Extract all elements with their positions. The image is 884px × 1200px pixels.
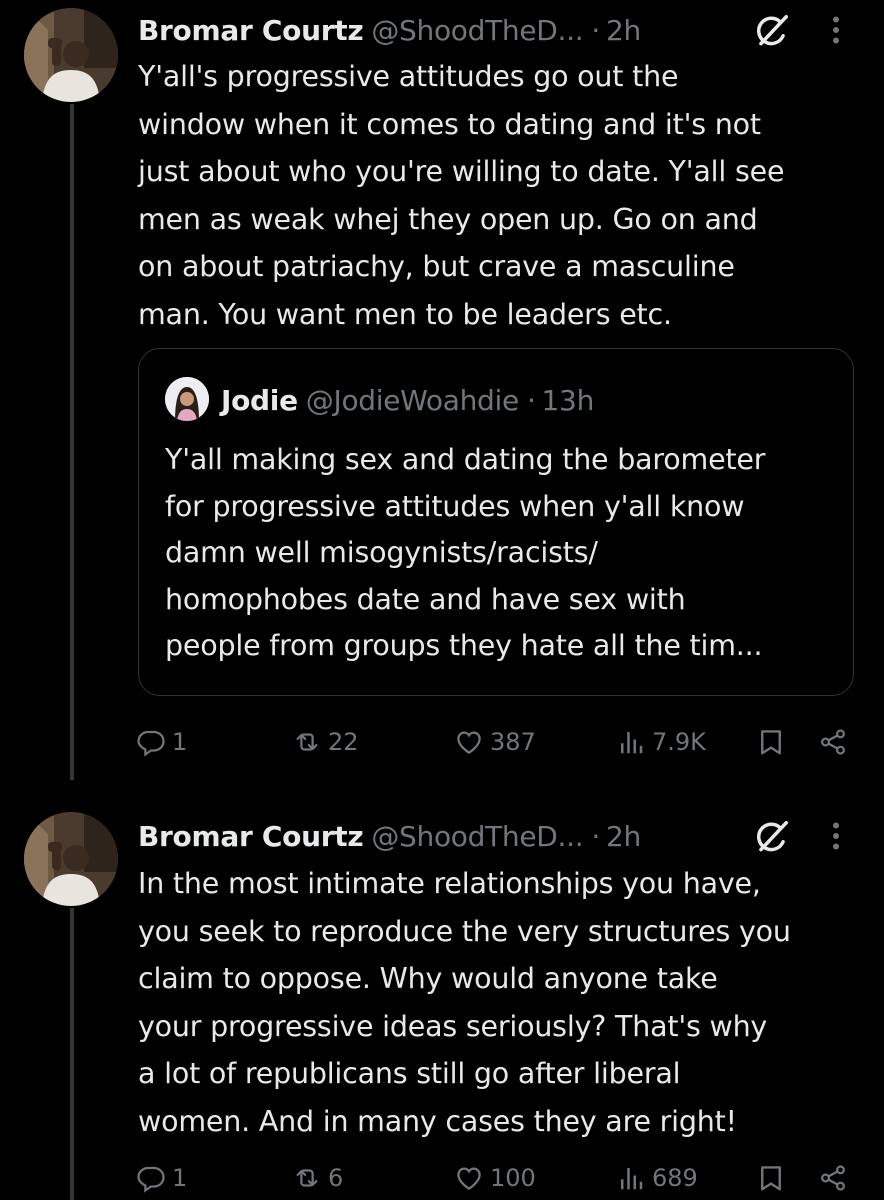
like-count: 387 — [490, 728, 536, 756]
repost-button[interactable]: 6 — [292, 1156, 343, 1200]
text-line: Y'all's progressive attitudes go out the — [138, 60, 679, 93]
text-line: Y'all making sex and dating the baromete… — [165, 443, 766, 476]
grok-icon[interactable] — [753, 12, 791, 50]
text-line: you seek to reproduce the very structure… — [138, 914, 791, 948]
views-icon — [616, 1163, 646, 1193]
more-icon[interactable] — [826, 12, 846, 48]
more-icon[interactable] — [826, 818, 846, 854]
repost-button[interactable]: 22 — [292, 720, 359, 764]
repost-count: 22 — [328, 728, 359, 756]
timestamp[interactable]: 2h — [606, 14, 641, 47]
tweet-text: Y'all's progressive attitudes go out the… — [138, 53, 868, 338]
separator: · — [591, 13, 600, 47]
quoted-tweet[interactable]: Jodie @JodieWoahdie · 13h Y'all making s… — [138, 348, 854, 696]
repost-icon — [292, 1163, 322, 1193]
text-line: people from groups they hate all the tim… — [165, 629, 763, 662]
text-line: man. You want men to be leaders etc. — [138, 297, 672, 331]
separator: · — [526, 383, 536, 417]
reply-count: 1 — [172, 1164, 188, 1192]
repost-count: 6 — [328, 1164, 344, 1192]
heart-icon — [454, 1163, 484, 1193]
views-count: 7.9K — [652, 728, 706, 756]
share-button[interactable] — [818, 720, 848, 764]
tweet[interactable]: Bromar Courtz @ShoodTheD... · 2h In the … — [0, 806, 884, 1200]
text-line: just about who you're willing to date. Y… — [138, 155, 785, 188]
quoted-avatar[interactable] — [165, 377, 209, 421]
tweet-text: In the most intimate relationships you h… — [138, 860, 868, 1145]
thread-line — [70, 104, 74, 780]
text-line: homophobes date and have sex with — [165, 582, 686, 616]
quoted-author-handle[interactable]: @JodieWoahdie — [306, 384, 519, 417]
reply-button[interactable]: 1 — [136, 720, 187, 764]
like-button[interactable]: 100 — [454, 1156, 536, 1200]
reply-icon — [136, 1163, 166, 1193]
share-icon — [818, 1163, 848, 1193]
text-line: In the most intimate relationships you h… — [138, 867, 761, 900]
text-line: your progressive ideas seriously? That's… — [138, 1009, 768, 1043]
action-bar: 1 6 100 689 — [0, 1156, 884, 1200]
tweet-header: Bromar Courtz @ShoodTheD... · 2h — [138, 814, 641, 858]
tweet-header: Bromar Courtz @ShoodTheD... · 2h — [138, 8, 641, 52]
text-line: window when it comes to dating and it's … — [138, 107, 761, 141]
timestamp[interactable]: 2h — [606, 820, 641, 853]
views-button[interactable]: 689 — [616, 1156, 698, 1200]
quoted-timestamp[interactable]: 13h — [542, 384, 595, 417]
author-handle[interactable]: @ShoodTheD... — [371, 14, 583, 47]
heart-icon — [454, 727, 484, 757]
share-button[interactable] — [818, 1156, 848, 1200]
views-button[interactable]: 7.9K — [616, 720, 706, 764]
reply-icon — [136, 727, 166, 757]
quoted-author-name[interactable]: Jodie — [221, 384, 298, 417]
bookmark-button[interactable] — [756, 720, 786, 764]
text-line: women. And in many cases they are right! — [138, 1104, 737, 1138]
views-count: 689 — [652, 1164, 698, 1192]
quoted-text: Y'all making sex and dating the baromete… — [165, 437, 845, 670]
author-name[interactable]: Bromar Courtz — [138, 820, 364, 853]
reply-button[interactable]: 1 — [136, 1156, 187, 1200]
avatar[interactable] — [24, 8, 118, 102]
tweet[interactable]: Bromar Courtz @ShoodTheD... · 2h Y'all's… — [0, 0, 884, 780]
like-button[interactable]: 387 — [454, 720, 536, 764]
avatar[interactable] — [24, 812, 118, 906]
author-handle[interactable]: @ShoodTheD... — [371, 820, 583, 853]
text-line: for progressive attitudes when y'all kno… — [165, 489, 745, 523]
quoted-header: Jodie @JodieWoahdie · 13h — [221, 379, 594, 421]
text-line: a lot of republicans still go after libe… — [138, 1057, 681, 1090]
separator: · — [591, 819, 600, 853]
grok-icon[interactable] — [753, 818, 791, 856]
reply-count: 1 — [172, 728, 188, 756]
author-name[interactable]: Bromar Courtz — [138, 14, 364, 47]
text-line: men as weak whej they open up. Go on and — [138, 202, 758, 236]
repost-icon — [292, 727, 322, 757]
text-line: claim to oppose. Why would anyone take — [138, 962, 718, 995]
text-line: on about patriachy, but crave a masculin… — [138, 250, 735, 283]
like-count: 100 — [490, 1164, 536, 1192]
bookmark-button[interactable] — [756, 1156, 786, 1200]
views-icon — [616, 727, 646, 757]
text-line: damn well misogynists/racists/ — [165, 536, 598, 569]
bookmark-icon — [756, 727, 786, 757]
bookmark-icon — [756, 1163, 786, 1193]
action-bar: 1 22 387 7.9K — [0, 720, 884, 764]
share-icon — [818, 727, 848, 757]
